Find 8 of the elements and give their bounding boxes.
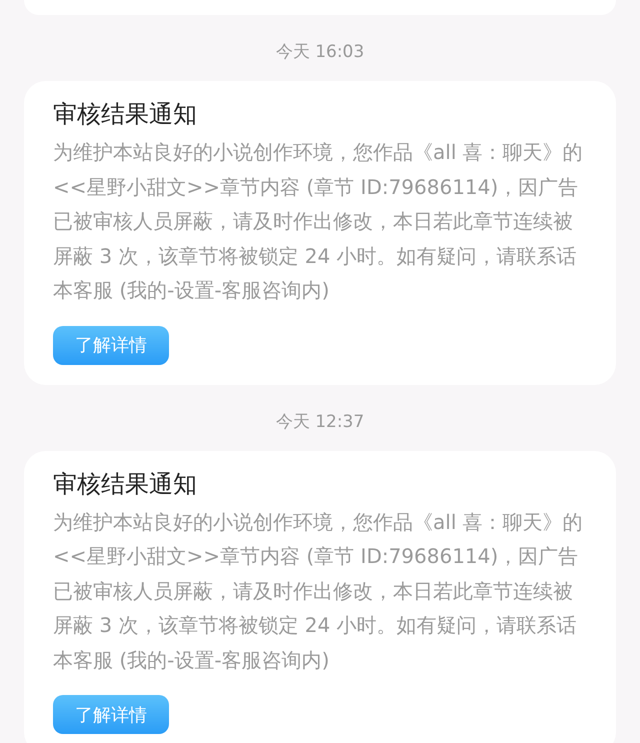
timestamp: 今天 16:03 <box>276 41 364 63</box>
notification-title: 审核结果通知 <box>53 99 197 130</box>
details-button[interactable]: 了解详情 <box>53 326 169 364</box>
notification-message: 为维护本站良好的小说创作环境，您作品《all 喜：聊天》的<<星野小甜文>>章节内容 (章节 ID:79686114)，因广告已被审核人员屏蔽，请及时作出修改，本日若此章节连续被屏蔽 3 次，该章节将被锁定 24 小时。如有疑问，请联系话本客服 (我的-设置-客服咨询内) <box>53 139 584 304</box>
notification-message: 为维护本站良好的小说创作环境，您作品《all 喜：聊天》的<<星野小甜文>>章节内容 (章节 ID:79686114)，因广告已被审核人员屏蔽，请及时作出修改，本日若此章节连续被屏蔽 3 次，该章节将被锁定 24 小时。如有疑问，请联系话本客服 (我的-设置-客服咨询内) <box>53 508 584 674</box>
details-button[interactable]: 了解详情 <box>53 695 169 734</box>
notification-title: 审核结果通知 <box>53 468 197 500</box>
timestamp: 今天 12:37 <box>276 410 364 432</box>
